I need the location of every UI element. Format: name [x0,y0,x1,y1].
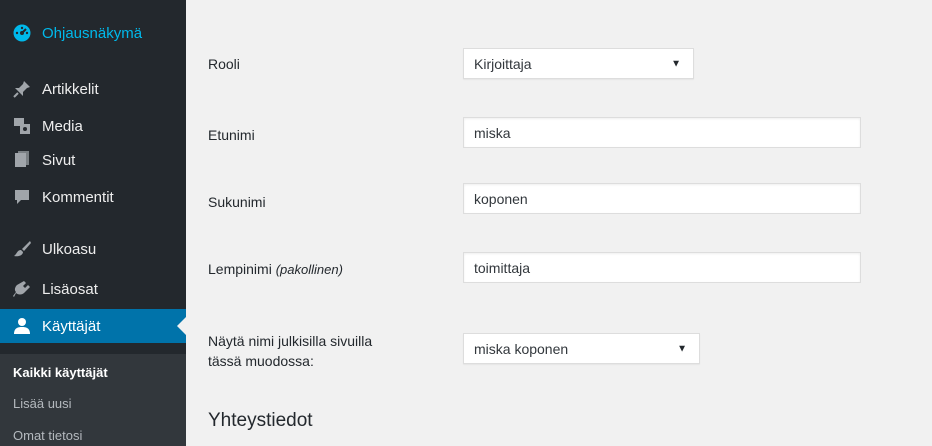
menu-item-comments[interactable]: Kommentit [0,180,186,214]
menu-item-dashboard[interactable]: Ohjausnäkymä [0,16,186,50]
nickname-label-text: Lempinimi [208,261,272,277]
display-name-select-value: miska koponen [474,340,569,357]
profile-form: Rooli Kirjoittaja ▼ Etunimi miska Sukuni… [186,0,932,446]
menu-item-label: Lisäosat [42,280,98,298]
menu-item-posts[interactable]: Artikkelit [0,72,186,106]
menu-item-plugins[interactable]: Lisäosat [0,272,186,306]
chevron-down-icon: ▼ [677,343,687,354]
comments-icon [12,187,32,207]
admin-sidebar: Ohjausnäkymä Artikkelit Media Sivut Komm… [0,0,186,446]
media-icon [12,116,32,136]
plugins-icon [12,279,32,299]
users-icon [12,316,32,336]
submenu-item-all-users[interactable]: Kaikki käyttäjät [13,365,108,380]
dashboard-icon [12,23,32,43]
first-name-label: Etunimi [208,127,255,143]
brush-icon [12,239,32,259]
first-name-value: miska [474,124,511,141]
last-name-value: koponen [474,190,528,207]
contact-info-heading: Yhteystiedot [208,410,313,431]
role-select-value: Kirjoittaja [474,55,532,72]
menu-item-label: Artikkelit [42,80,99,98]
nickname-value: toimittaja [474,259,531,276]
first-name-field[interactable]: miska [463,117,861,148]
users-submenu: Kaikki käyttäjät Lisää uusi Omat tietosi [0,354,186,446]
last-name-label: Sukunimi [208,194,266,210]
role-label: Rooli [208,56,240,72]
menu-item-pages[interactable]: Sivut [0,143,186,177]
display-name-label-line1: Näytä nimi julkisilla sivuilla [208,333,373,349]
menu-item-label: Käyttäjät [42,317,101,335]
menu-item-appearance[interactable]: Ulkoasu [0,232,186,266]
chevron-down-icon: ▼ [671,58,681,69]
menu-item-media[interactable]: Media [0,109,186,143]
submenu-item-add-new[interactable]: Lisää uusi [13,396,72,411]
role-select[interactable]: Kirjoittaja ▼ [463,48,694,79]
display-name-select[interactable]: miska koponen ▼ [463,333,700,364]
pin-icon [12,79,32,99]
current-menu-arrow [177,317,186,335]
display-name-label: Näytä nimi julkisilla sivuilla tässä muo… [208,331,372,371]
menu-item-label: Ohjausnäkymä [42,24,143,42]
nickname-field[interactable]: toimittaja [463,252,861,283]
menu-item-users[interactable]: Käyttäjät [0,309,186,343]
display-name-label-line2: tässä muodossa: [208,353,314,369]
last-name-field[interactable]: koponen [463,183,861,214]
menu-item-label: Kommentit [42,188,114,206]
nickname-required-note: (pakollinen) [275,262,343,277]
submenu-item-your-profile[interactable]: Omat tietosi [13,428,82,443]
menu-item-label: Sivut [42,151,76,169]
menu-item-label: Media [42,117,83,135]
menu-item-label: Ulkoasu [42,240,97,258]
nickname-label: Lempinimi (pakollinen) [208,259,343,280]
pages-icon [12,150,32,170]
